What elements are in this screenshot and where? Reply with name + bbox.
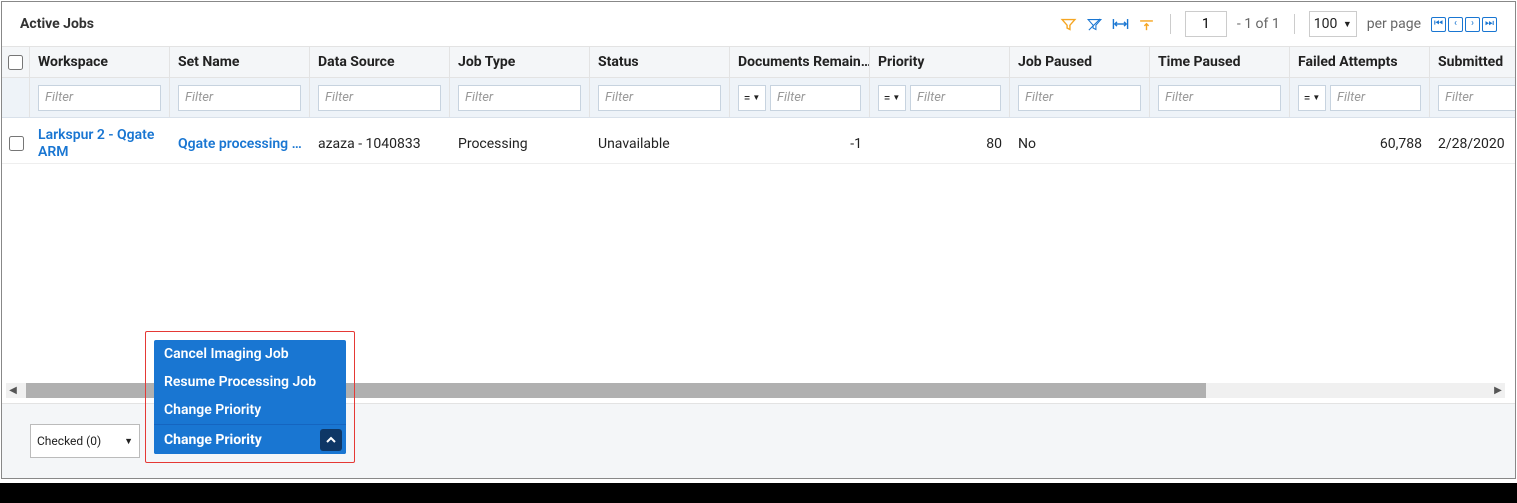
action-button[interactable]: Change Priority	[154, 424, 346, 454]
filter-cell-checkbox	[2, 78, 30, 117]
per-page-value: 100	[1314, 16, 1338, 32]
filter-priority[interactable]	[910, 85, 1001, 111]
col-timepaused[interactable]: Time Paused	[1150, 47, 1290, 77]
page-number-input[interactable]	[1185, 11, 1227, 37]
filter-paused[interactable]	[1018, 85, 1141, 111]
pager-buttons: ⏮ ‹ › ⏭	[1431, 17, 1497, 32]
chevron-up-icon[interactable]	[320, 429, 342, 451]
row-checkbox-cell	[2, 124, 30, 163]
chevron-down-icon: ▼	[124, 436, 133, 447]
filter-op-priority[interactable]: =▼	[878, 85, 906, 111]
workspace-link[interactable]: Larkspur 2 - Qgate ARM	[38, 127, 162, 161]
row-checkbox[interactable]	[9, 136, 24, 151]
filter-status[interactable]	[598, 85, 721, 111]
filter-cell	[1150, 78, 1290, 117]
cell-datasource: azaza - 1040833	[310, 124, 450, 163]
prev-page-button[interactable]: ‹	[1448, 17, 1463, 32]
action-button-label: Change Priority	[164, 432, 262, 448]
filter-submitted[interactable]	[1438, 85, 1515, 111]
filter-cell: =▼	[870, 78, 1010, 117]
select-all-checkbox[interactable]	[8, 55, 23, 70]
divider	[1294, 14, 1295, 34]
col-jobpaused[interactable]: Job Paused	[1010, 47, 1150, 77]
density-icon[interactable]	[1138, 15, 1156, 33]
fit-width-icon[interactable]	[1112, 15, 1130, 33]
checked-select[interactable]: Checked (0) ▼	[30, 424, 140, 458]
menu-item-resume[interactable]: Resume Processing Job	[154, 368, 346, 396]
filter-workspace[interactable]	[38, 85, 161, 111]
cell-fail: 60,788	[1290, 124, 1430, 163]
col-workspace[interactable]: Workspace	[30, 47, 170, 77]
filter-cell	[30, 78, 170, 117]
col-status[interactable]: Status	[590, 47, 730, 77]
col-jobtype[interactable]: Job Type	[450, 47, 590, 77]
filter-cell	[1430, 78, 1515, 117]
col-docsremaining[interactable]: Documents Remain…	[730, 47, 870, 77]
table-row: Larkspur 2 - Qgate ARM Qgate processing …	[2, 118, 1515, 164]
filter-op-fail[interactable]: =▼	[1298, 85, 1326, 111]
per-page-select[interactable]: 100 ▼	[1309, 11, 1357, 37]
filter-op-docs[interactable]: =▼	[738, 85, 766, 111]
filter-docs[interactable]	[770, 85, 861, 111]
scroll-left-arrow[interactable]: ◀	[6, 384, 20, 398]
grid-filters: =▼ =▼ =▼	[2, 78, 1515, 118]
chevron-down-icon: ▼	[1343, 19, 1352, 30]
filter-cell	[590, 78, 730, 117]
cell-setname: Qgate processing s…	[170, 124, 310, 163]
filter-setname[interactable]	[178, 85, 301, 111]
toolbar-right: - 1 of 1 100 ▼ per page ⏮ ‹ › ⏭	[1060, 11, 1497, 37]
grid-header: Workspace Set Name Data Source Job Type …	[2, 46, 1515, 78]
col-submitted[interactable]: Submitted	[1430, 47, 1515, 77]
cell-status: Unavailable	[590, 124, 730, 163]
chevron-down-icon: ▼	[752, 93, 760, 102]
cell-timepaused	[1150, 124, 1290, 163]
last-page-button[interactable]: ⏭	[1482, 17, 1497, 32]
select-all-cell	[2, 47, 30, 77]
col-datasource[interactable]: Data Source	[310, 47, 450, 77]
filter-cell	[1010, 78, 1150, 117]
bottom-black-bar	[0, 483, 1517, 503]
scroll-right-arrow[interactable]: ▶	[1491, 384, 1505, 398]
cell-submitted: 2/28/2020	[1430, 124, 1515, 163]
filter-timepaused[interactable]	[1158, 85, 1281, 111]
filter-icon[interactable]	[1060, 15, 1078, 33]
filter-cell: =▼	[730, 78, 870, 117]
chevron-down-icon: ▼	[892, 93, 900, 102]
cell-jobtype: Processing	[450, 124, 590, 163]
filter-jobtype[interactable]	[458, 85, 581, 111]
clear-filter-icon[interactable]	[1086, 15, 1104, 33]
filter-cell	[450, 78, 590, 117]
filter-fail[interactable]	[1330, 85, 1421, 111]
cell-docs: -1	[730, 124, 870, 163]
next-page-button[interactable]: ›	[1465, 17, 1480, 32]
menu-item-cancel[interactable]: Cancel Imaging Job	[154, 340, 346, 368]
filter-cell	[170, 78, 310, 117]
toolbar: Active Jobs - 1 of 1 10	[2, 2, 1515, 46]
divider	[1170, 14, 1171, 34]
toolbar-icons	[1060, 15, 1156, 33]
col-setname[interactable]: Set Name	[170, 47, 310, 77]
setname-link[interactable]: Qgate processing s…	[178, 136, 302, 152]
menu-item-change-priority[interactable]: Change Priority	[154, 396, 346, 424]
filter-cell	[310, 78, 450, 117]
per-page-label: per page	[1367, 16, 1421, 32]
action-menu-highlight: Cancel Imaging Job Resume Processing Job…	[145, 331, 355, 463]
action-menu: Cancel Imaging Job Resume Processing Job…	[154, 340, 346, 454]
cell-workspace: Larkspur 2 - Qgate ARM	[30, 124, 170, 163]
filter-cell: =▼	[1290, 78, 1430, 117]
filter-datasource[interactable]	[318, 85, 441, 111]
cell-priority: 80	[870, 124, 1010, 163]
grid: Workspace Set Name Data Source Job Type …	[2, 46, 1515, 164]
page-title: Active Jobs	[20, 16, 94, 32]
col-priority[interactable]: Priority	[870, 47, 1010, 77]
chevron-down-icon: ▼	[1312, 93, 1320, 102]
first-page-button[interactable]: ⏮	[1431, 17, 1446, 32]
page-range: - 1 of 1	[1237, 16, 1280, 32]
checked-label: Checked (0)	[37, 434, 101, 448]
col-failedattempts[interactable]: Failed Attempts	[1290, 47, 1430, 77]
cell-paused: No	[1010, 124, 1150, 163]
